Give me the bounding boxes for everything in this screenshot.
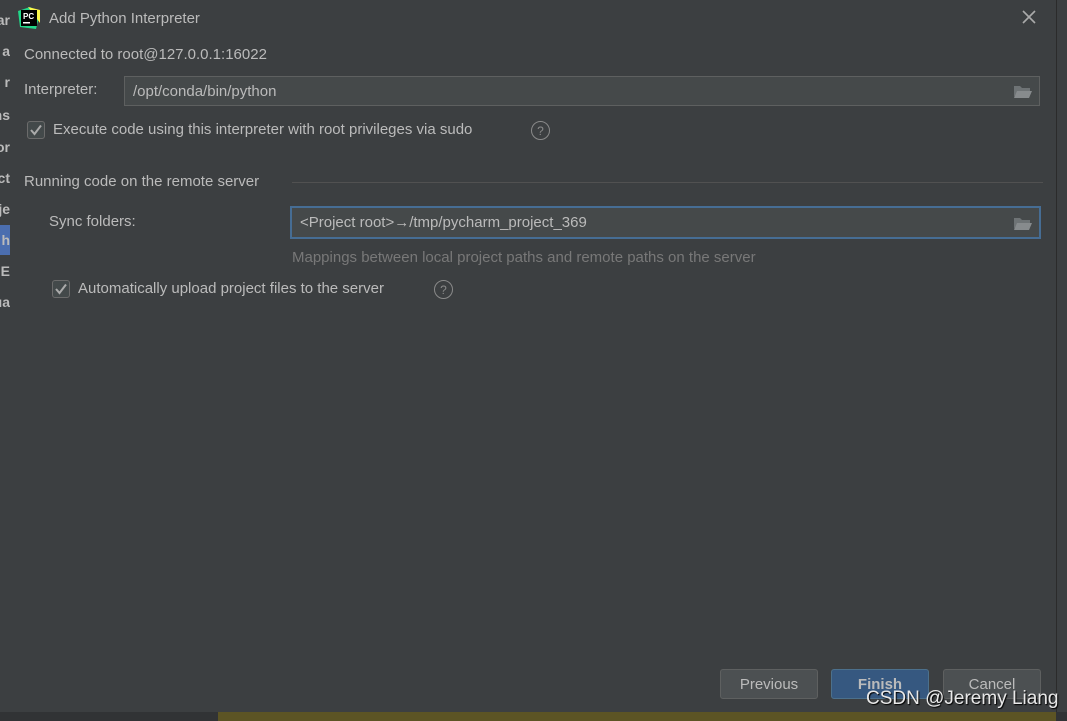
- sidebar-fragment: ct: [0, 170, 10, 186]
- interpreter-field[interactable]: /opt/conda/bin/python: [124, 76, 1040, 106]
- check-icon: [30, 124, 42, 136]
- interpreter-value: /opt/conda/bin/python: [133, 82, 277, 100]
- dialog-title: Add Python Interpreter: [49, 9, 200, 27]
- sidebar-fragment: E: [0, 263, 10, 279]
- background-ide-right: [1056, 0, 1067, 721]
- sidebar-fragment: ns: [0, 107, 10, 123]
- help-icon[interactable]: ?: [434, 280, 453, 299]
- section-separator: [292, 182, 1043, 183]
- add-python-interpreter-dialog: PC Add Python Interpreter Connected to r…: [10, 0, 1056, 712]
- sync-folders-label: Sync folders:: [49, 213, 136, 230]
- help-icon[interactable]: ?: [531, 121, 550, 140]
- sidebar-fragment: ua: [0, 294, 10, 310]
- background-ide-bottom: [0, 712, 1067, 721]
- sidebar-fragment: or: [0, 139, 10, 155]
- sudo-checkbox[interactable]: [27, 121, 45, 139]
- connection-status: Connected to root@127.0.0.1:16022: [24, 46, 267, 63]
- auto-upload-label[interactable]: Automatically upload project files to th…: [78, 280, 384, 297]
- sidebar-fragment: h: [1, 232, 10, 248]
- interpreter-label: Interpreter:: [24, 81, 98, 98]
- sidebar-fragment: a: [2, 43, 10, 59]
- background-ide-sidebar: ar a r ns or ct je h E ua: [0, 0, 10, 721]
- sudo-checkbox-label[interactable]: Execute code using this interpreter with…: [53, 121, 472, 138]
- section-title: Running code on the remote server: [24, 173, 260, 190]
- folder-icon[interactable]: [1013, 83, 1033, 99]
- previous-button[interactable]: Previous: [720, 669, 818, 699]
- sidebar-fragment: je: [0, 201, 10, 217]
- pycharm-logo-icon: PC: [18, 7, 40, 29]
- logo-text: PC: [23, 12, 34, 21]
- sidebar-fragment: ar: [0, 12, 10, 28]
- sync-folders-value: <Project root>→/tmp/pycharm_project_369: [300, 214, 587, 231]
- sync-folders-hint: Mappings between local project paths and…: [292, 249, 756, 266]
- watermark: CSDN @Jeremy Liang: [866, 688, 1059, 709]
- close-icon[interactable]: [1020, 8, 1038, 26]
- auto-upload-checkbox[interactable]: [52, 280, 70, 298]
- folder-icon[interactable]: [1013, 215, 1033, 231]
- sync-folders-field[interactable]: <Project root>→/tmp/pycharm_project_369: [290, 206, 1041, 239]
- check-icon: [55, 283, 67, 295]
- title-bar: PC Add Python Interpreter: [18, 6, 200, 30]
